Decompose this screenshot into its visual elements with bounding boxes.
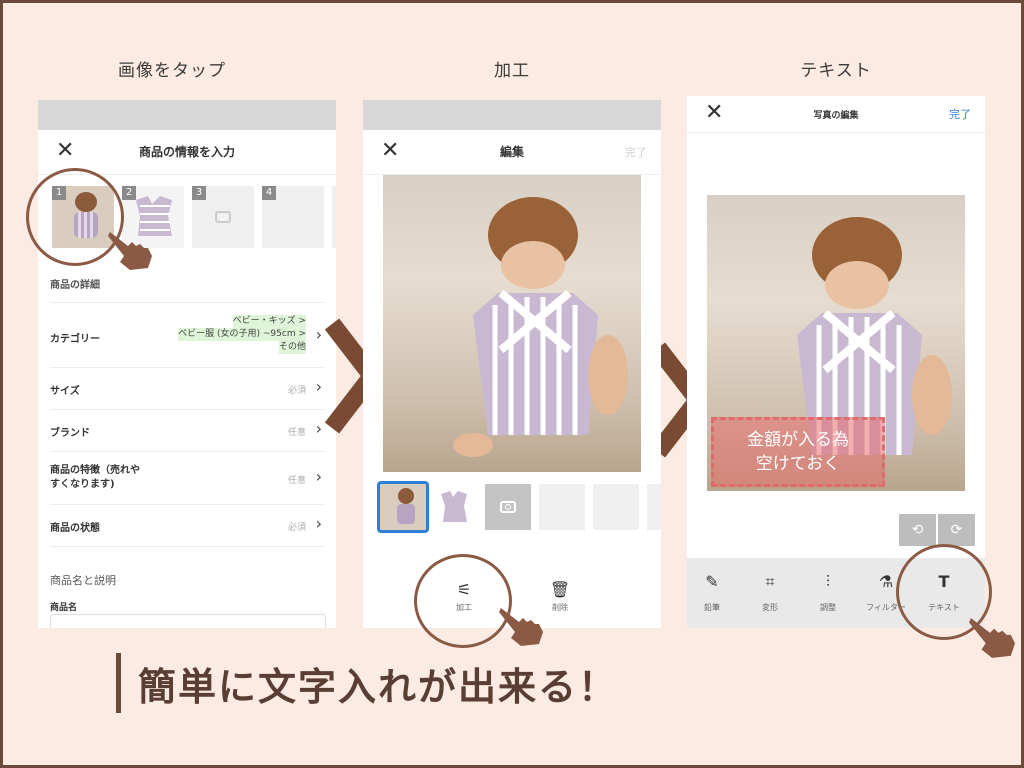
condition-row[interactable]: 商品の状態 必須 › — [50, 505, 324, 547]
thumbnail-add-photo[interactable] — [485, 484, 531, 530]
baby-photo-image — [453, 197, 628, 457]
chevron-right-icon: › — [315, 514, 322, 533]
caption-accent-bar — [116, 653, 121, 713]
camera-icon — [215, 211, 231, 223]
brand-row[interactable]: ブランド 任意 › — [50, 410, 324, 452]
brand-value: 任意 — [287, 428, 306, 438]
done-button[interactable]: 完了 — [949, 106, 971, 122]
features-label-line1: 商品の特徴（売れや — [50, 465, 140, 476]
thumbnail-selected[interactable] — [377, 481, 429, 533]
features-value: 任意 — [287, 476, 306, 486]
edit-photo — [383, 175, 641, 472]
step3-title: テキスト — [800, 61, 872, 81]
overlay-line2: 空けておく — [755, 454, 841, 474]
edit-photo: 金額が入る為 空けておく — [707, 195, 965, 491]
product-name-label: 商品名 — [50, 603, 78, 613]
step1-title: 画像をタップ — [118, 61, 226, 81]
page-title: 編集 — [499, 145, 524, 159]
condition-label: 商品の状態 — [50, 523, 100, 534]
thumbnail-empty[interactable] — [647, 484, 661, 530]
features-label: 商品の特徴（売れや すくなります) — [50, 464, 140, 492]
done-button[interactable]: 完了 — [625, 144, 647, 160]
category-value-line2: ベビー服 (女の子用) ~95cm > — [178, 328, 306, 341]
condition-value: 必須 — [287, 523, 306, 533]
header: ✕ 編集 完了 — [363, 130, 661, 175]
size-label: サイズ — [50, 386, 80, 397]
category-row[interactable]: カテゴリー ベビー・キッズ > ベビー服 (女の子用) ~95cm > その他 … — [50, 303, 324, 368]
swimsuit-image — [441, 491, 467, 522]
size-value: 必須 — [287, 386, 306, 396]
features-row[interactable]: 商品の特徴（売れや すくなります) 任意 › — [50, 452, 324, 505]
section-name-heading: 商品名と説明 — [50, 574, 116, 587]
undo-button[interactable]: ⟲ — [899, 514, 936, 546]
thumb-number: 4 — [262, 186, 276, 200]
photo-thumbnail-5[interactable] — [332, 186, 336, 248]
camera-icon — [500, 501, 516, 513]
adjust-tool-label[interactable]: 調整 — [803, 602, 853, 613]
thumbnail-empty[interactable] — [593, 484, 639, 530]
header: ✕ 写真の編集 完了 — [687, 96, 985, 133]
chevron-right-icon: › — [315, 467, 322, 486]
category-label: カテゴリー — [50, 334, 100, 345]
pointing-hand-icon — [969, 618, 1015, 658]
size-row[interactable]: サイズ 必須 › — [50, 368, 324, 410]
category-value-line3: その他 — [278, 341, 306, 354]
sliders-icon[interactable]: ⫶ — [803, 572, 853, 592]
category-value-line1: ベビー・キッズ > — [232, 315, 306, 328]
trash-icon[interactable]: 🗑 — [535, 580, 585, 599]
pointing-hand-icon — [108, 232, 152, 270]
thumb-number: 3 — [192, 186, 206, 200]
features-label-line2: すくなります) — [50, 479, 115, 490]
section-details-heading: 商品の詳細 — [50, 280, 100, 291]
overlay-line1: 金額が入る為 — [747, 430, 849, 450]
page-title: 写真の編集 — [813, 111, 859, 121]
baby-photo-image — [397, 488, 415, 524]
status-area — [38, 100, 336, 130]
page-title: 商品の情報を入力 — [138, 145, 235, 159]
thumbnail-2[interactable] — [431, 484, 477, 530]
status-area — [363, 100, 661, 130]
pointing-hand-icon — [499, 608, 543, 646]
thumb-number: 2 — [122, 186, 136, 200]
redo-button[interactable]: ⟳ — [938, 514, 975, 546]
caption-text: 簡単に文字入れが出来る！ — [138, 665, 619, 709]
pencil-icon[interactable]: ✎ — [687, 572, 737, 591]
step2-title: 加工 — [494, 61, 530, 81]
photo-thumbnail-4[interactable]: 4 — [262, 186, 324, 248]
brand-label: ブランド — [50, 428, 90, 439]
text-overlay-box[interactable]: 金額が入る為 空けておく — [711, 417, 885, 487]
thumbnail-empty[interactable] — [539, 484, 585, 530]
photo-thumbnail-3[interactable]: 3 — [192, 186, 254, 248]
product-name-input[interactable] — [50, 614, 326, 628]
screen-edit: ✕ 編集 完了 ⚟ 加工 🗑 削除 — [363, 100, 661, 628]
transform-tool-label[interactable]: 変形 — [745, 602, 795, 613]
crop-icon[interactable]: ⌗ — [745, 572, 795, 592]
pencil-tool-label[interactable]: 鉛筆 — [687, 602, 737, 613]
category-value: ベビー・キッズ > ベビー服 (女の子用) ~95cm > その他 — [178, 315, 306, 354]
